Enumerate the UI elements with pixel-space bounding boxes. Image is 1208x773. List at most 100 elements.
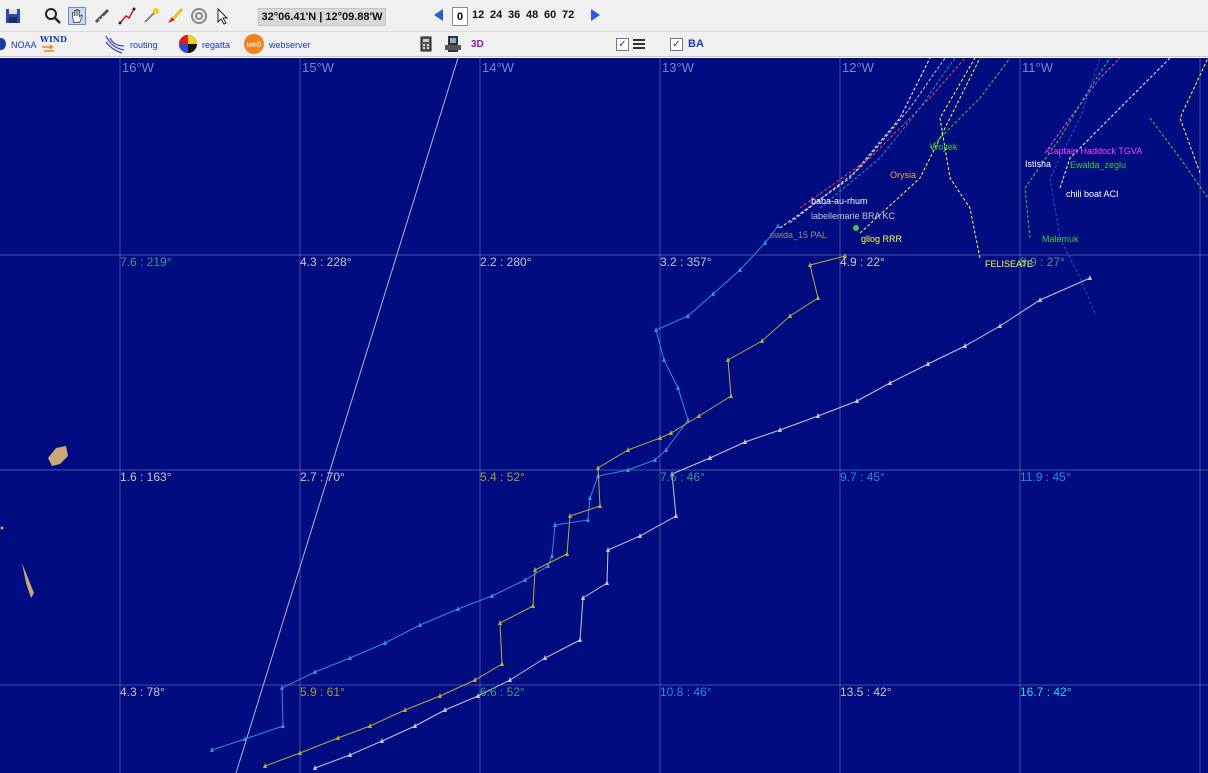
- waypoint-icon[interactable]: [142, 7, 160, 25]
- fleet-track: [859, 58, 981, 234]
- chart-map[interactable]: 16°W 15°W 14°W 13°W 12°W 11°W 7.6 : 219°…: [0, 58, 1208, 773]
- wind-readout: 4.9 : 22°: [840, 255, 885, 269]
- save-icon[interactable]: [4, 7, 22, 25]
- longitude-label: 11°W: [1022, 60, 1053, 75]
- route-waypoint: [1088, 275, 1092, 280]
- wind-readout: 11.9 : 45°: [1020, 470, 1071, 484]
- noaa-logo-icon: [0, 38, 6, 50]
- wind-readout: 5.4 : 52°: [480, 470, 525, 484]
- route-waypoint: [588, 495, 592, 500]
- webserver-button[interactable]: webserver: [269, 40, 311, 50]
- wind-readout: 4.3 : 228°: [300, 255, 352, 269]
- route-waypoint: [729, 393, 733, 398]
- route-waypoint: [674, 513, 678, 518]
- boat-label[interactable]: Malemuk: [1042, 234, 1079, 244]
- wind-readout: 7.6 : 46°: [660, 470, 705, 484]
- boat-label[interactable]: swida_15 PAL: [770, 230, 827, 240]
- coordinates-readout: 32°06.41'N | 12°09.88'W: [258, 8, 386, 26]
- boat-label[interactable]: baba-au-rhum: [811, 196, 868, 206]
- noaa-button[interactable]: NOAA: [11, 40, 37, 50]
- route-waypoint: [531, 603, 535, 608]
- main-toolbar: 32°06.41'N | 12°09.88'W 0 12 24 36 48 60…: [0, 0, 1208, 32]
- forecast-hour-12[interactable]: 12: [472, 9, 484, 21]
- phone-icon[interactable]: [444, 35, 462, 53]
- wind-readout: 3.2 : 357°: [660, 255, 712, 269]
- wind-readout: 7.6 : 219°: [120, 255, 172, 269]
- route-waypoint: [653, 457, 657, 462]
- pointer-icon[interactable]: [214, 7, 232, 25]
- route-waypoint: [598, 503, 602, 508]
- forecast-hour-72[interactable]: 72: [562, 9, 574, 21]
- longitude-label: 16°W: [122, 60, 154, 75]
- boat-label[interactable]: Captain Haddock TGVA: [1047, 146, 1142, 156]
- ba-label: BA: [688, 38, 704, 50]
- measure-icon[interactable]: [93, 7, 111, 25]
- route-olive: [264, 255, 846, 767]
- wind-readout: 13.5 : 42°: [840, 685, 892, 699]
- ba-checkbox[interactable]: ✓: [670, 38, 683, 51]
- zoom-icon[interactable]: [44, 7, 62, 25]
- calculator-icon[interactable]: [420, 36, 432, 52]
- 3d-button[interactable]: 3D: [471, 39, 484, 50]
- fleet-track: [939, 58, 981, 259]
- boat-label[interactable]: Ewalda_zeglu: [1070, 160, 1126, 170]
- regatta-icon: [179, 35, 197, 53]
- brush-icon[interactable]: [166, 7, 184, 25]
- longitude-label: 12°W: [842, 60, 874, 75]
- wind-readout: 16.7 : 42°: [1020, 685, 1072, 699]
- longitude-label: 15°W: [302, 60, 334, 75]
- forecast-hour-36[interactable]: 36: [508, 9, 520, 21]
- boat-label[interactable]: Orysia: [890, 170, 916, 180]
- wind-readout: 5.9 : 61°: [300, 685, 345, 699]
- fleet-track: [1149, 117, 1208, 199]
- route-waypoint: [500, 661, 504, 666]
- target-icon[interactable]: [190, 7, 208, 25]
- route-waypoint: [281, 723, 285, 728]
- secondary-toolbar: NOAA WIND routing regatta web webserver …: [0, 32, 1208, 57]
- boat-label[interactable]: Istisha: [1025, 159, 1051, 169]
- route-waypoint: [686, 313, 690, 318]
- route-blue: [211, 225, 779, 751]
- island: [0, 526, 4, 530]
- layers-list-icon[interactable]: [632, 37, 646, 51]
- forecast-hour-60[interactable]: 60: [544, 9, 556, 21]
- route-waypoint: [816, 295, 820, 300]
- forecast-hour-24[interactable]: 24: [490, 9, 502, 21]
- forecast-prev-icon[interactable]: [434, 9, 443, 21]
- route-waypoint: [760, 338, 764, 343]
- boat-label[interactable]: labellemarie BRA KC: [811, 211, 895, 221]
- route-line-icon[interactable]: [118, 7, 136, 25]
- route-waypoint: [586, 517, 590, 522]
- forecast-hour-48[interactable]: 48: [526, 9, 538, 21]
- wind-readout: 4.3 : 78°: [120, 685, 165, 699]
- route-waypoint: [550, 553, 554, 558]
- routing-button[interactable]: routing: [130, 40, 158, 50]
- boat-label[interactable]: Wojtek: [930, 142, 957, 152]
- longitude-label: 14°W: [482, 60, 514, 75]
- route-waypoint: [662, 357, 666, 362]
- wind-readout: 2.2 : 280°: [480, 255, 532, 269]
- wind-readout: 6.6 : 52°: [480, 685, 525, 699]
- rhumb-line: [235, 58, 459, 773]
- boat-label[interactable]: FELISEATE: [985, 259, 1033, 269]
- route-waypoint: [776, 223, 780, 228]
- layers-checkbox[interactable]: ✓: [616, 38, 629, 51]
- regatta-button[interactable]: regatta: [202, 40, 230, 50]
- wind-readout: 2.7 : 70°: [300, 470, 345, 484]
- island: [22, 563, 34, 598]
- wind-readout: 1.6 : 163°: [120, 470, 172, 484]
- wind-readout: 9.7 : 45°: [840, 470, 885, 484]
- fleet-track: [1179, 58, 1208, 174]
- boat-label[interactable]: gllog RRR: [861, 234, 902, 244]
- forecast-hour-selected[interactable]: 0: [452, 7, 468, 26]
- fleet-track: [799, 58, 966, 209]
- route-waypoint: [738, 267, 742, 272]
- pan-hand-icon[interactable]: [68, 7, 86, 25]
- route-waypoint: [605, 580, 609, 585]
- forecast-next-icon[interactable]: [591, 9, 600, 21]
- route-waypoint: [711, 291, 715, 296]
- route-waypoint: [565, 551, 569, 556]
- boat-label[interactable]: chili boat ACI: [1066, 189, 1119, 199]
- longitude-label: 13°W: [662, 60, 694, 75]
- wind-button[interactable]: WIND: [40, 34, 67, 44]
